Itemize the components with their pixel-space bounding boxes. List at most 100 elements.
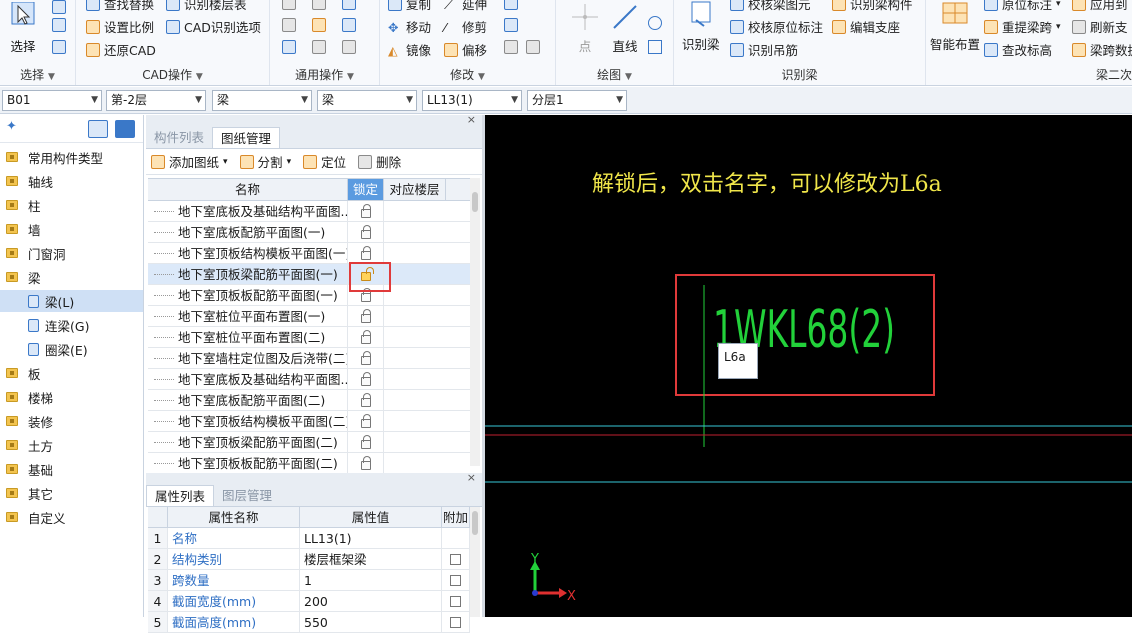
cloud-icon[interactable] <box>282 18 296 32</box>
tree-item[interactable]: 梁(L) <box>0 290 143 312</box>
floor-cell[interactable] <box>384 390 446 410</box>
find-replace-button[interactable]: 查找替换 <box>86 0 154 13</box>
lock-cell[interactable] <box>348 306 384 326</box>
floor-cell[interactable] <box>384 285 446 305</box>
floor-select[interactable]: 第-2层 ▼ <box>106 90 206 111</box>
lock-cell[interactable] <box>348 390 384 410</box>
attach-checkbox[interactable] <box>450 595 461 607</box>
recognize-beam-button[interactable]: 识别梁 <box>682 0 720 53</box>
table-row[interactable]: 地下室底板配筋平面图(一) <box>148 222 470 243</box>
floor-cell[interactable] <box>384 201 446 221</box>
sparkle-icon[interactable]: ✦ <box>6 119 17 134</box>
drawing-name[interactable]: 地下室顶板结构模板平面图(二) <box>148 411 348 431</box>
move-button[interactable]: ✥ 移动 <box>388 17 431 36</box>
smart-layout-button[interactable]: 智能布置 <box>930 0 980 53</box>
drawing-name[interactable]: 地下室底板配筋平面图(二) <box>148 390 348 410</box>
table-row[interactable]: 地下室顶板结构模板平面图(一) <box>148 243 470 264</box>
lock-icon[interactable] <box>360 413 371 428</box>
table-row[interactable]: 地下室顶板梁配筋平面图(二) <box>148 432 470 453</box>
delete-button[interactable]: 删除 <box>358 152 401 171</box>
set-scale-button[interactable]: 设置比例 <box>86 17 154 36</box>
trim-button[interactable]: ⁄ 修剪 <box>444 17 487 36</box>
grid-tool-icon[interactable] <box>312 40 326 54</box>
drawing-name[interactable]: 地下室底板及基础结构平面图... <box>148 369 348 389</box>
in-situ-label-button[interactable]: 原位标注 ▾ <box>984 0 1061 13</box>
floor-cell[interactable] <box>384 348 446 368</box>
attach-cell[interactable] <box>442 591 470 611</box>
tab-component-list[interactable]: 构件列表 <box>146 127 212 148</box>
tab-property-list[interactable]: 属性列表 <box>146 485 215 506</box>
name-edit-box[interactable]: L6a <box>718 343 758 379</box>
tree-item[interactable]: 柱 <box>0 194 143 216</box>
drawing-name[interactable]: 地下室顶板梁配筋平面图(一) <box>148 264 348 284</box>
drawing-name[interactable]: 地下室桩位平面布置图(一) <box>148 306 348 326</box>
tab-drawing-management[interactable]: 图纸管理 <box>212 127 281 148</box>
tree-item[interactable]: 连梁(G) <box>0 314 143 336</box>
select-small-icon-2[interactable] <box>52 18 66 32</box>
layer-select[interactable]: 分层1 ▼ <box>527 90 627 111</box>
drawing-name[interactable]: 地下室底板及基础结构平面图... <box>148 201 348 221</box>
lock-cell[interactable] <box>348 411 384 431</box>
restore-cad-button[interactable]: 还原CAD <box>86 40 156 59</box>
drawing-name[interactable]: 地下室顶板结构模板平面图(一) <box>148 243 348 263</box>
drawing-name[interactable]: 地下室顶板板配筋平面图(一) <box>148 285 348 305</box>
attach-cell[interactable] <box>442 612 470 632</box>
refresh-support-button[interactable]: 刷新支 <box>1072 17 1128 36</box>
floor-cell[interactable] <box>384 411 446 431</box>
lock-cell[interactable] <box>348 432 384 452</box>
beam-span-data-button[interactable]: 梁跨数据 <box>1072 40 1132 59</box>
lock-cell[interactable] <box>348 243 384 263</box>
props-scrollbar[interactable] <box>470 507 480 617</box>
floor-cell[interactable] <box>384 369 446 389</box>
select-small-icon-1[interactable] <box>52 0 66 14</box>
table-row[interactable]: 地下室桩位平面布置图(二) <box>148 327 470 348</box>
lock-icon[interactable] <box>360 308 371 323</box>
recognize-floor-table-button[interactable]: 识别楼层表 <box>166 0 247 13</box>
filter-icon[interactable] <box>342 40 356 54</box>
circle-draw-icon[interactable] <box>648 16 662 30</box>
lock-tool-icon[interactable] <box>282 40 296 54</box>
lock-cell[interactable] <box>348 348 384 368</box>
lock-icon[interactable] <box>360 224 371 239</box>
rect-draw-icon[interactable] <box>648 40 662 54</box>
list-view-icon[interactable] <box>88 120 108 138</box>
table-row[interactable]: 2 结构类别 楼层框架梁 <box>148 549 470 570</box>
property-value[interactable]: 200 <box>300 591 442 611</box>
property-value[interactable]: 楼层框架梁 <box>300 549 442 569</box>
tree-item[interactable]: 常用构件类型 <box>0 146 143 168</box>
lock-icon[interactable] <box>360 455 371 470</box>
offset-button[interactable]: 偏移 <box>444 40 487 59</box>
component-name-select[interactable]: LL13(1) ▼ <box>422 90 522 111</box>
table-row[interactable]: 4 截面宽度(mm) 200 <box>148 591 470 612</box>
drawing-name[interactable]: 地下室顶板梁配筋平面图(二) <box>148 432 348 452</box>
recognize-hanger-bar-button[interactable]: 识别吊筋 <box>730 40 798 59</box>
table-row[interactable]: 地下室底板及基础结构平面图... <box>148 201 470 222</box>
scrollbar-thumb[interactable] <box>472 511 478 535</box>
copy-button[interactable]: 复制 <box>388 0 431 13</box>
tab-layer-management[interactable]: 图层管理 <box>214 485 280 506</box>
table-row[interactable]: 地下室墙柱定位图及后浇带(二) <box>148 348 470 369</box>
lock-cell[interactable] <box>348 201 384 221</box>
line-button[interactable]: 直线 <box>610 2 640 55</box>
attach-cell[interactable] <box>442 549 470 569</box>
select-button[interactable]: 选择 <box>8 1 38 55</box>
column-floor[interactable]: 对应楼层 <box>384 179 446 200</box>
re-extract-span-button[interactable]: 重提梁跨 ▾ <box>984 17 1061 36</box>
tree-item[interactable]: 基础 <box>0 458 143 480</box>
drawing-name[interactable]: 地下室桩位平面布置图(二) <box>148 327 348 347</box>
general-icon-5[interactable] <box>312 18 326 32</box>
lock-icon[interactable] <box>360 392 371 407</box>
floor-cell[interactable] <box>384 243 446 263</box>
table-row[interactable]: 地下室顶板梁配筋平面图(一) <box>148 264 470 285</box>
edit-support-button[interactable]: 编辑支座 <box>832 17 900 36</box>
lock-icon[interactable] <box>360 371 371 386</box>
general-icon-3[interactable] <box>342 0 356 10</box>
lock-icon[interactable] <box>360 203 371 218</box>
tree-item[interactable]: 其它 <box>0 482 143 504</box>
lock-icon[interactable] <box>360 245 371 260</box>
property-value[interactable]: LL13(1) <box>300 528 442 548</box>
tree-item[interactable]: 楼梯 <box>0 386 143 408</box>
drawing-table-scrollbar[interactable] <box>470 178 480 466</box>
locate-button[interactable]: 定位 <box>303 152 346 171</box>
floor-cell[interactable] <box>384 306 446 326</box>
